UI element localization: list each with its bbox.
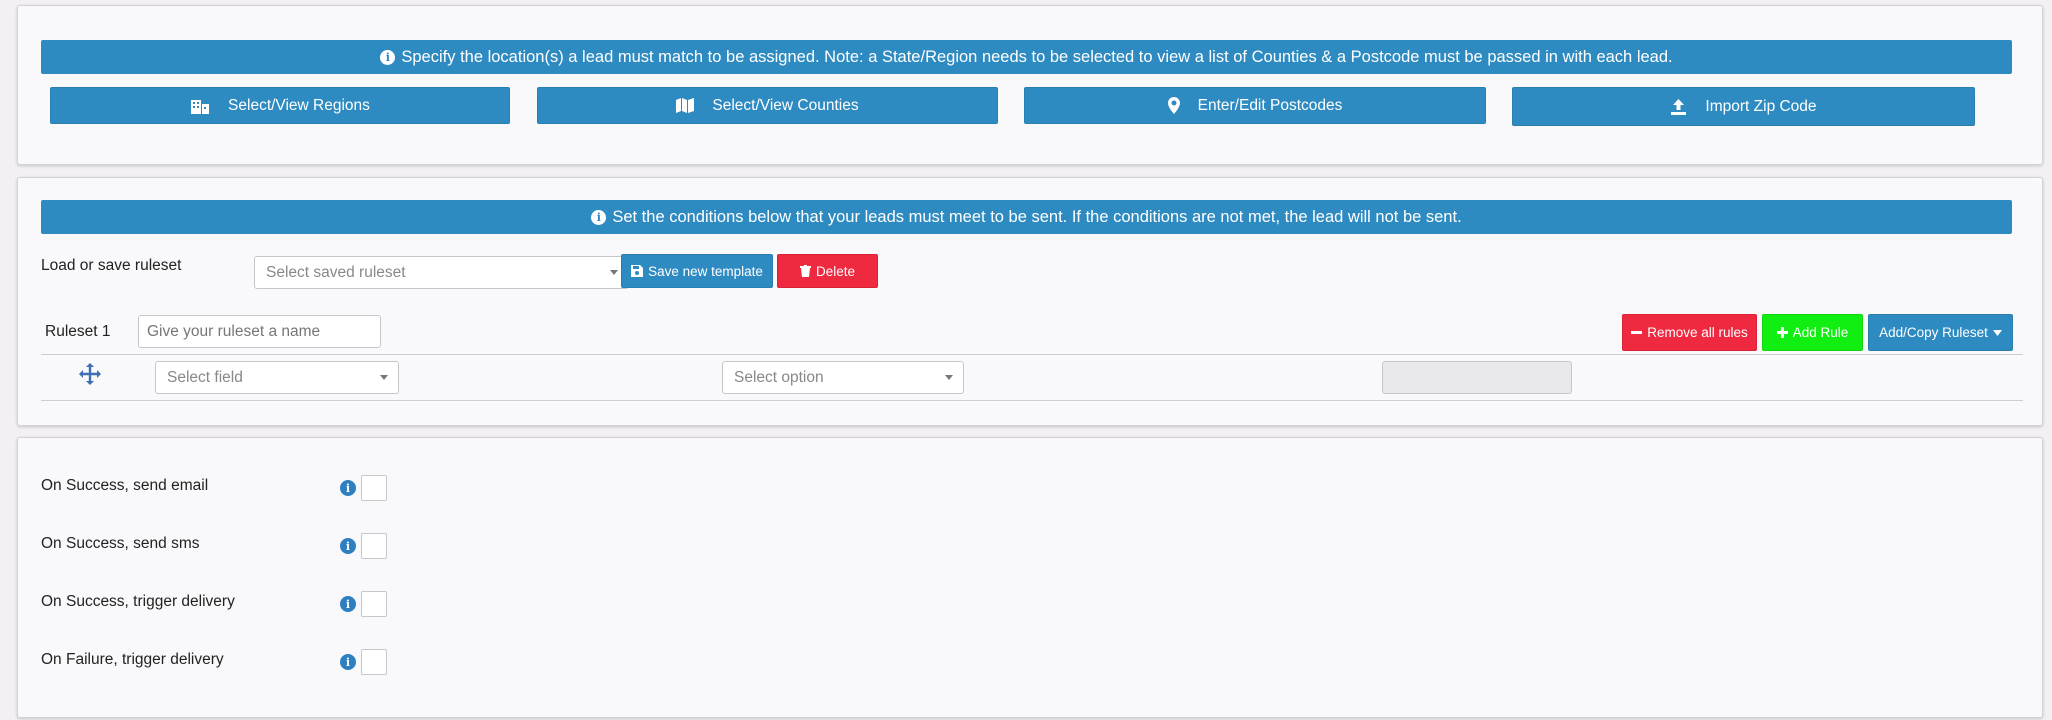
info-icon[interactable]: i <box>340 596 356 612</box>
add-copy-ruleset-label: Add/Copy Ruleset <box>1879 325 1988 340</box>
location-info-text: Specify the location(s) a lead must matc… <box>401 47 1673 66</box>
map-marker-icon <box>1167 97 1180 114</box>
select-regions-label: Select/View Regions <box>228 96 370 114</box>
info-icon: i <box>591 209 607 225</box>
saved-ruleset-select[interactable]: Select saved ruleset <box>254 256 629 289</box>
saved-ruleset-placeholder: Select saved ruleset <box>266 263 406 281</box>
edit-postcodes-button[interactable]: Enter/Edit Postcodes <box>1024 87 1486 124</box>
rule-value-input[interactable] <box>1382 361 1572 394</box>
remove-all-rules-button[interactable]: Remove all rules <box>1622 314 1757 351</box>
action-label-failure-delivery: On Failure, trigger delivery <box>41 651 224 668</box>
info-icon[interactable]: i <box>340 480 356 496</box>
load-save-label: Load or save ruleset <box>41 257 182 274</box>
success-email-checkbox[interactable] <box>361 475 387 501</box>
import-zip-label: Import Zip Code <box>1705 97 1817 115</box>
map-icon <box>676 98 695 113</box>
conditions-panel: i Set the conditions below that your lea… <box>17 177 2043 426</box>
move-icon[interactable] <box>79 363 101 385</box>
chevron-down-icon <box>380 375 388 380</box>
rule-option-placeholder: Select option <box>734 368 824 386</box>
delete-label: Delete <box>815 263 856 279</box>
add-copy-ruleset-button[interactable]: Add/Copy Ruleset <box>1868 314 2013 351</box>
minus-icon <box>1631 331 1643 334</box>
success-delivery-checkbox[interactable] <box>361 591 387 617</box>
trash-icon <box>799 265 811 277</box>
chevron-down-icon <box>610 270 618 275</box>
import-zip-button[interactable]: Import Zip Code <box>1512 87 1975 126</box>
success-sms-checkbox[interactable] <box>361 533 387 559</box>
building-icon <box>191 100 210 114</box>
failure-delivery-checkbox[interactable] <box>361 649 387 675</box>
rule-field-select[interactable]: Select field <box>155 361 399 394</box>
caret-down-icon <box>1992 329 2002 336</box>
select-counties-button[interactable]: Select/View Counties <box>537 87 998 124</box>
action-label-success-email: On Success, send email <box>41 477 209 494</box>
ruleset-name-input[interactable] <box>138 315 381 348</box>
info-icon[interactable]: i <box>340 538 356 554</box>
select-counties-label: Select/View Counties <box>712 96 859 114</box>
edit-postcodes-label: Enter/Edit Postcodes <box>1197 96 1343 114</box>
save-template-label: Save new template <box>648 263 763 279</box>
add-rule-label: Add Rule <box>1792 325 1849 340</box>
rule-option-select[interactable]: Select option <box>722 361 964 394</box>
info-icon[interactable]: i <box>340 654 356 670</box>
rule-row: Select field Select option <box>41 354 2023 401</box>
action-label-success-sms: On Success, send sms <box>41 535 200 552</box>
save-icon <box>631 265 644 277</box>
action-label-success-delivery: On Success, trigger delivery <box>41 593 235 610</box>
add-rule-button[interactable]: Add Rule <box>1762 314 1863 351</box>
save-template-button[interactable]: Save new template <box>621 254 773 288</box>
actions-panel: On Success, send email i On Success, sen… <box>17 437 2043 718</box>
location-panel: i Specify the location(s) a lead must ma… <box>17 5 2043 165</box>
delete-button[interactable]: Delete <box>777 254 878 288</box>
upload-icon <box>1671 98 1687 115</box>
conditions-info-bar: i Set the conditions below that your lea… <box>41 200 2012 234</box>
conditions-info-text: Set the conditions below that your leads… <box>612 207 1462 226</box>
select-regions-button[interactable]: Select/View Regions <box>50 87 510 124</box>
chevron-down-icon <box>945 375 953 380</box>
plus-icon <box>1776 327 1788 338</box>
location-info-bar: i Specify the location(s) a lead must ma… <box>41 40 2012 74</box>
rule-field-placeholder: Select field <box>167 368 243 386</box>
info-icon: i <box>380 49 396 65</box>
ruleset-label: Ruleset 1 <box>45 323 111 340</box>
remove-all-rules-label: Remove all rules <box>1647 325 1748 340</box>
